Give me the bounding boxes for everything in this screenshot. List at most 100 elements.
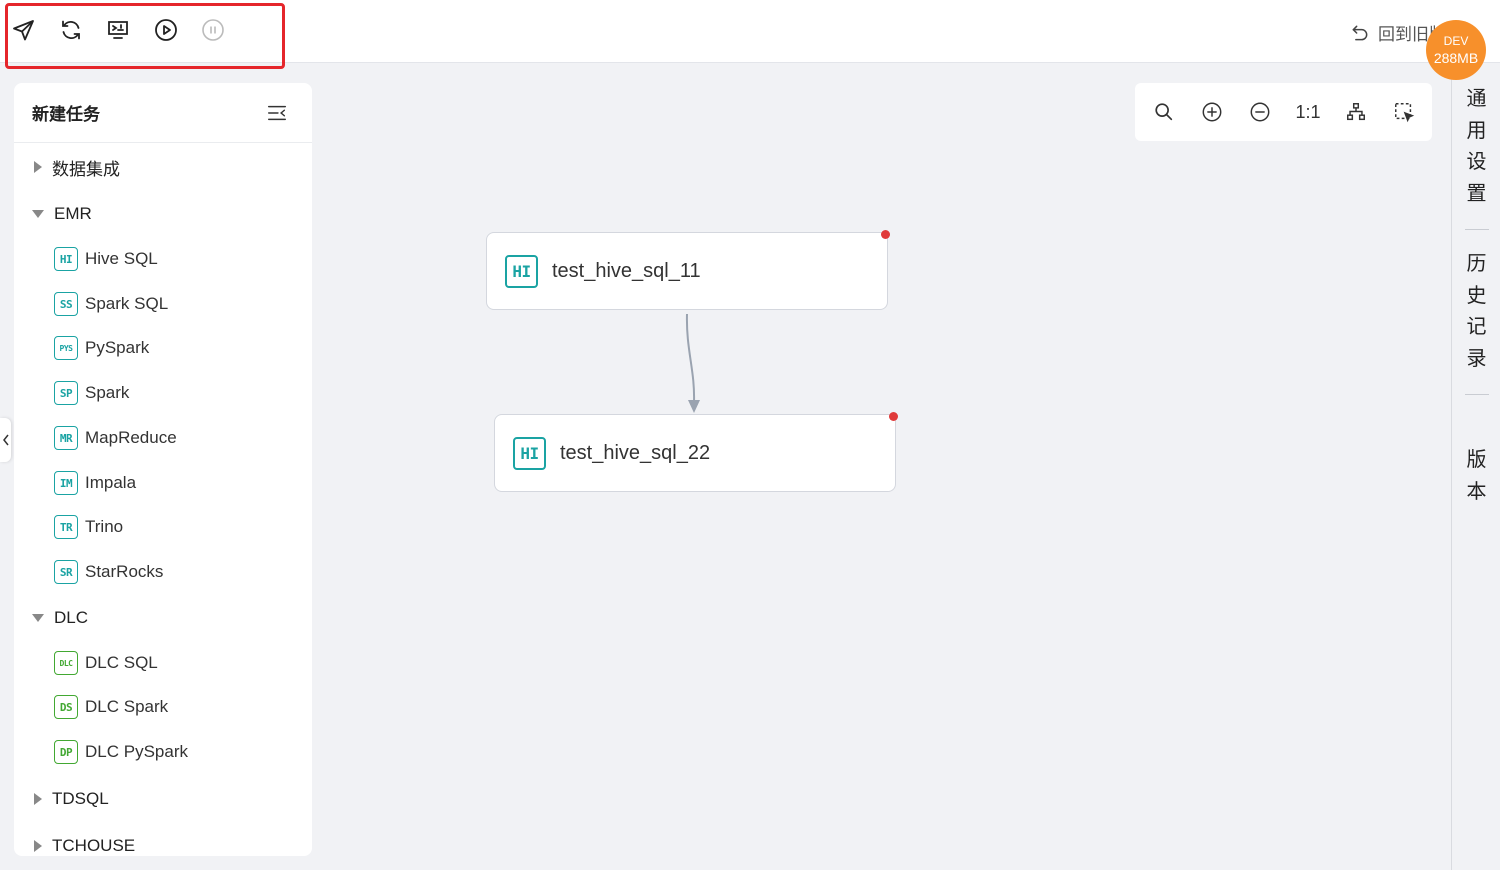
caret-down-icon	[32, 614, 44, 622]
canvas-search-button[interactable]	[1151, 99, 1177, 125]
dependency-edge	[685, 313, 696, 403]
dlc-pyspark-badge-icon: DP	[54, 740, 78, 764]
group-label: DLC	[54, 608, 89, 627]
canvas-toolbar: 1:1	[1135, 83, 1432, 141]
task-item-pyspark[interactable]: PYS PySpark	[54, 333, 304, 363]
play-circle-icon	[155, 19, 177, 41]
dlc-sql-badge-icon: DLC	[54, 651, 78, 675]
group-label: 数据集成	[52, 159, 120, 179]
memory-label: 288MB	[1433, 49, 1479, 66]
tab-char: 置	[1466, 182, 1487, 205]
run-button[interactable]	[151, 15, 181, 45]
group-tchouse[interactable]: TCHOUSE	[14, 831, 312, 856]
divider	[1465, 394, 1489, 395]
panel-header: 新建任务	[14, 83, 312, 143]
pyspark-badge-icon: PYS	[54, 336, 78, 360]
edge-arrow-icon	[688, 400, 700, 413]
tab-char: 记	[1466, 316, 1487, 338]
tab-char: 录	[1466, 347, 1487, 370]
mapreduce-badge-icon: MR	[54, 426, 78, 450]
hive-badge-icon: HI	[505, 254, 538, 288]
tab-char: 通	[1466, 88, 1487, 110]
node-status-dot	[889, 412, 898, 421]
caret-right-icon	[34, 840, 42, 852]
tab-char: 史	[1466, 284, 1487, 307]
caret-right-icon	[34, 161, 42, 173]
zoom-out-button[interactable]	[1247, 99, 1273, 125]
task-label: Impala	[85, 473, 137, 492]
group-emr[interactable]: EMR	[14, 199, 312, 229]
node-label: test_hive_sql_11	[552, 259, 701, 282]
tab-char: 版	[1466, 449, 1487, 471]
divider	[1465, 229, 1489, 230]
pause-button[interactable]	[198, 15, 228, 45]
task-item-starrocks[interactable]: SR StarRocks	[54, 557, 304, 587]
tab-char: 用	[1466, 119, 1487, 142]
group-dlc[interactable]: DLC	[14, 603, 312, 633]
new-task-panel: 新建任务 数据集成 EMR HI Hive SQL SS Spark SQL P…	[14, 83, 312, 856]
zoom-in-button[interactable]	[1199, 99, 1225, 125]
task-item-dlc-spark[interactable]: DS DLC Spark	[54, 692, 304, 722]
trino-badge-icon: TR	[54, 515, 78, 539]
task-label: DLC Spark	[85, 697, 169, 716]
task-item-trino[interactable]: TR Trino	[54, 512, 304, 542]
collapse-menu-icon[interactable]	[266, 102, 288, 124]
general-settings-tab[interactable]: 通 用 设 置	[1452, 84, 1500, 210]
task-label: Trino	[85, 517, 124, 536]
task-label: DLC SQL	[85, 653, 158, 672]
sidebar-collapse-handle[interactable]	[0, 418, 11, 462]
actual-size-button[interactable]: 1:1	[1295, 99, 1321, 125]
dlc-spark-badge-icon: DS	[54, 695, 78, 719]
right-side-bar: 通 用 设 置 历 史 记 录 版 本	[1451, 63, 1500, 870]
task-item-spark[interactable]: SP Spark	[54, 378, 304, 408]
group-label: TCHOUSE	[52, 836, 136, 855]
monitor-deploy-icon	[108, 21, 128, 39]
group-label: EMR	[54, 204, 92, 223]
tab-char: 设	[1466, 151, 1487, 173]
tab-char: 本	[1466, 480, 1487, 503]
task-item-impala[interactable]: IM Impala	[54, 468, 304, 498]
dag-node-test-hive-sql-11[interactable]: HI test_hive_sql_11	[486, 232, 888, 310]
task-item-dlc-pyspark[interactable]: DP DLC PySpark	[54, 737, 304, 767]
task-label: StarRocks	[85, 562, 164, 581]
env-memory-badge[interactable]: DEV 288MB	[1426, 20, 1486, 80]
search-icon	[1155, 103, 1173, 121]
node-status-dot	[881, 230, 890, 239]
toolbar-action-group	[5, 3, 285, 69]
task-label: Hive SQL	[85, 249, 158, 268]
refresh-button[interactable]	[56, 15, 86, 45]
pause-circle-icon	[202, 19, 224, 41]
box-select-button[interactable]	[1391, 99, 1417, 125]
send-icon	[13, 20, 34, 41]
submit-button[interactable]	[9, 15, 39, 45]
history-tab[interactable]: 历 史 记 录	[1452, 249, 1500, 375]
task-label: DLC PySpark	[85, 742, 188, 761]
group-tdsql[interactable]: TDSQL	[14, 784, 312, 814]
undo-icon	[1352, 25, 1368, 40]
deploy-button[interactable]	[103, 15, 133, 45]
starrocks-badge-icon: SR	[54, 560, 78, 584]
refresh-icon	[62, 20, 80, 40]
auto-layout-button[interactable]	[1343, 99, 1369, 125]
task-label: Spark SQL	[85, 294, 169, 313]
caret-down-icon	[32, 210, 44, 218]
version-tab[interactable]: 版 本	[1452, 445, 1500, 508]
group-label: TDSQL	[52, 789, 109, 808]
task-item-hive-sql[interactable]: HI Hive SQL	[54, 244, 304, 274]
group-data-integration[interactable]: 数据集成	[14, 152, 312, 182]
task-item-spark-sql[interactable]: SS Spark SQL	[54, 289, 304, 319]
task-label: Spark	[85, 383, 130, 402]
node-label: test_hive_sql_22	[560, 441, 711, 464]
ratio-label: 1:1	[1295, 101, 1321, 122]
env-label: DEV	[1443, 33, 1469, 48]
zoom-out-icon	[1250, 102, 1270, 122]
spark-sql-badge-icon: SS	[54, 292, 78, 316]
hive-badge-icon: HI	[54, 247, 78, 271]
task-item-dlc-sql[interactable]: DLC DLC SQL	[54, 648, 304, 678]
spark-badge-icon: SP	[54, 381, 78, 405]
box-select-icon	[1395, 103, 1415, 123]
impala-badge-icon: IM	[54, 471, 78, 495]
caret-right-icon	[34, 793, 42, 805]
task-item-mapreduce[interactable]: MR MapReduce	[54, 423, 304, 453]
dag-node-test-hive-sql-22[interactable]: HI test_hive_sql_22	[494, 414, 896, 492]
